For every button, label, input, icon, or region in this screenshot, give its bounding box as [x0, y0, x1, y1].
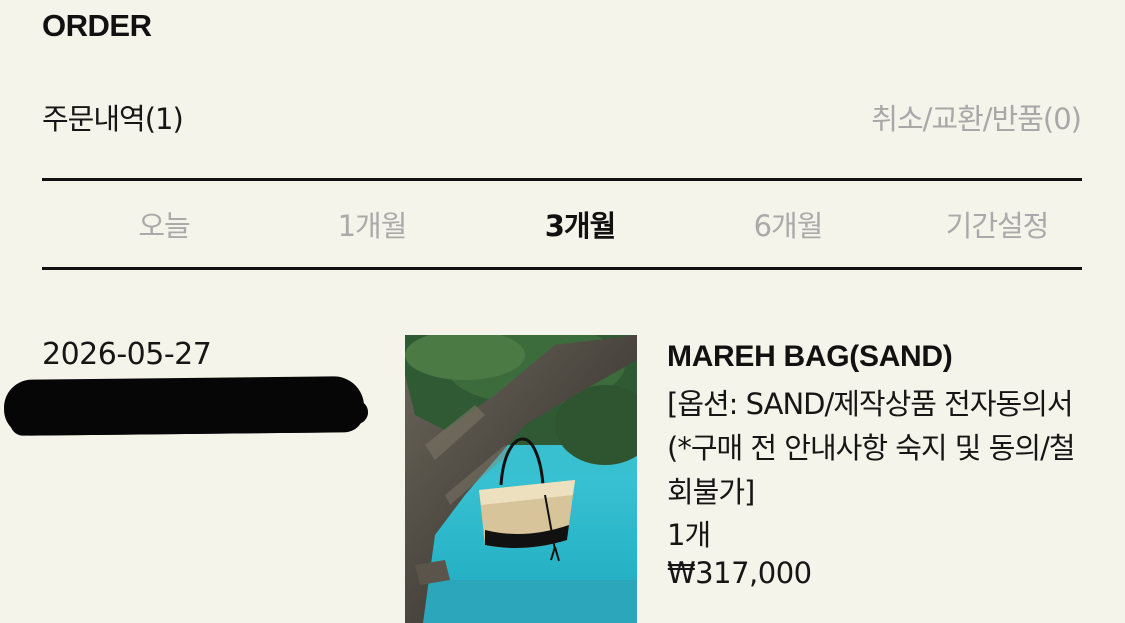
period-filter-tabs: 오늘 1개월 3개월 6개월 기간설정 — [42, 181, 1082, 267]
product-quantity: 1개 — [667, 518, 711, 552]
product-price: ₩317,000 — [667, 556, 812, 590]
tabs-bottom-divider — [42, 267, 1082, 270]
tab-3-months[interactable]: 3개월 — [545, 203, 617, 245]
page-title: ORDER — [42, 8, 152, 43]
order-history-count[interactable]: 주문내역(1) — [42, 96, 184, 138]
order-date: 2026-05-27 — [42, 337, 212, 372]
tab-6-months[interactable]: 6개월 — [754, 203, 824, 245]
product-option: [옵션: SAND/제작상품 전자동의서(*구매 전 안내사항 숙지 및 동의/… — [667, 387, 1076, 509]
tab-custom-period[interactable]: 기간설정 — [946, 203, 1050, 245]
redaction-mark — [3, 376, 365, 436]
cancel-exchange-return-count[interactable]: 취소/교환/반품(0) — [871, 96, 1082, 138]
product-name[interactable]: MAREH BAG(SAND) — [667, 340, 953, 374]
tab-1-month[interactable]: 1개월 — [338, 203, 408, 245]
product-photo[interactable] — [405, 335, 637, 623]
tab-today[interactable]: 오늘 — [138, 203, 190, 245]
